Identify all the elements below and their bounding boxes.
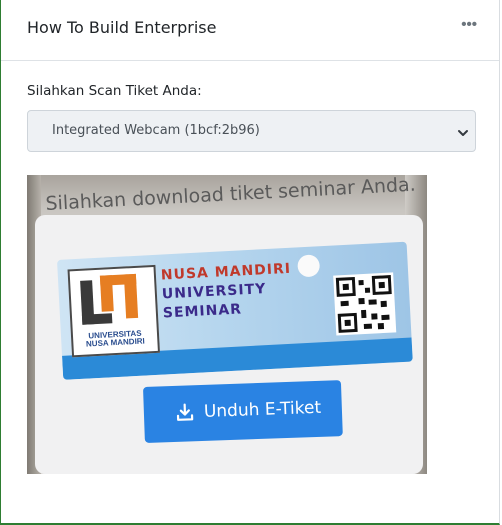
- logo-mark-icon: [80, 273, 139, 325]
- banner-title: NUSA MANDIRI UNIVERSITY SEMINAR: [160, 260, 293, 324]
- download-eticket-button[interactable]: Unduh E-Tiket: [143, 380, 343, 443]
- logo-text-line2: NUSA MANDIRI: [85, 336, 146, 349]
- camera-feed: Silahkan download tiket seminar Anda. UN…: [27, 175, 427, 474]
- seminar-banner: UNIVERSITAS NUSA MANDIRI NUSA MANDIRI UN…: [57, 241, 413, 380]
- card-title: How To Build Enterprise: [27, 18, 217, 37]
- scan-ticket-label: Silahkan Scan Tiket Anda:: [27, 83, 202, 99]
- camera-select-value: Integrated Webcam (1bcf:2b96): [52, 123, 260, 138]
- chevron-down-icon: [457, 126, 469, 144]
- more-horizontal-icon[interactable]: •••: [461, 16, 477, 33]
- university-logo: UNIVERSITAS NUSA MANDIRI: [67, 264, 160, 358]
- logo-text: UNIVERSITAS NUSA MANDIRI: [73, 329, 158, 349]
- banner-circle-decoration: [297, 254, 321, 278]
- download-eticket-label: Unduh E-Tiket: [203, 397, 322, 422]
- download-icon: [176, 403, 195, 427]
- camera-select[interactable]: Integrated Webcam (1bcf:2b96): [27, 110, 476, 152]
- qr-code-icon: [333, 272, 397, 336]
- card-header: How To Build Enterprise •••: [1, 0, 499, 61]
- card: How To Build Enterprise ••• Silahkan Sca…: [0, 0, 500, 525]
